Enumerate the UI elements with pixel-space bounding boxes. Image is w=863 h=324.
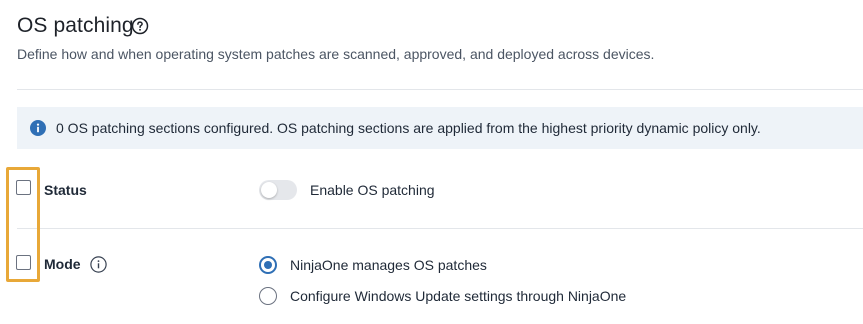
radio-windows-update-label: Configure Windows Update settings throug… xyxy=(290,288,627,304)
radio-windows-update[interactable] xyxy=(259,287,277,305)
row-divider xyxy=(17,228,863,229)
info-icon[interactable] xyxy=(90,256,107,273)
mode-label: Mode xyxy=(44,256,81,272)
radio-ninjaone-manages-label: NinjaOne manages OS patches xyxy=(290,257,487,273)
os-patching-panel: OS patching Define how and when operatin… xyxy=(0,0,863,324)
toggle-label: Enable OS patching xyxy=(310,182,435,198)
enable-os-patching-toggle[interactable] xyxy=(259,180,297,200)
page-title: OS patching xyxy=(17,14,134,37)
info-banner: 0 OS patching sections configured. OS pa… xyxy=(17,107,863,149)
status-label: Status xyxy=(44,182,87,198)
info-circle-icon xyxy=(30,120,46,136)
banner-text: 0 OS patching sections configured. OS pa… xyxy=(56,120,761,136)
toggle-knob xyxy=(261,182,277,198)
question-circle-icon[interactable] xyxy=(131,17,149,35)
checkbox-highlight-box xyxy=(6,167,40,282)
radio-ninjaone-manages[interactable] xyxy=(259,256,277,274)
header-divider xyxy=(17,89,863,90)
page-description: Define how and when operating system pat… xyxy=(17,46,655,62)
